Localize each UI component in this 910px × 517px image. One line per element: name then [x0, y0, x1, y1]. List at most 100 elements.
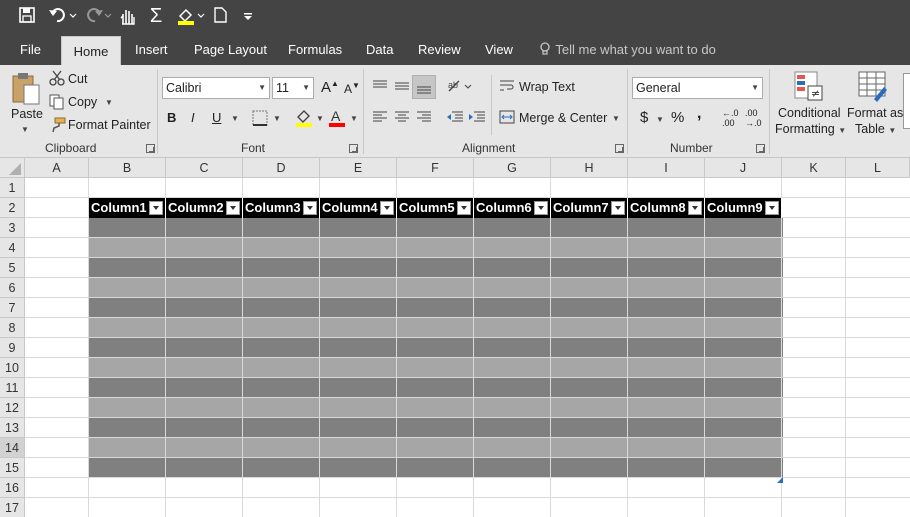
top-align-icon[interactable]: [372, 79, 388, 96]
table-row[interactable]: [89, 298, 783, 318]
row-header-15[interactable]: 15: [0, 458, 25, 478]
currency-dropdown-icon[interactable]: ▼: [656, 115, 664, 124]
borders-icon[interactable]: [252, 110, 268, 129]
row-header-14[interactable]: 14: [0, 438, 25, 458]
conditional-formatting-label[interactable]: Conditional: [778, 106, 841, 120]
font-color-dropdown-icon[interactable]: ▼: [350, 114, 358, 123]
conditional-formatting-label-2[interactable]: Formatting ▼: [775, 122, 846, 136]
table-resize-handle[interactable]: [777, 472, 783, 486]
table-row[interactable]: [89, 338, 783, 358]
clipboard-launcher-icon[interactable]: [146, 144, 155, 153]
table-header-cell[interactable]: Column6: [474, 198, 551, 218]
cut-button[interactable]: Cut: [68, 72, 87, 86]
filter-dropdown-icon[interactable]: [534, 201, 548, 215]
row-header-12[interactable]: 12: [0, 398, 25, 418]
tab-home[interactable]: Home: [61, 36, 121, 65]
middle-align-icon[interactable]: [394, 79, 410, 96]
table-header-cell[interactable]: Column2: [166, 198, 243, 218]
increase-font-size-icon[interactable]: A▲: [321, 79, 339, 96]
borders-dropdown-icon[interactable]: ▼: [273, 114, 281, 123]
wrap-text-button[interactable]: Wrap Text: [519, 80, 575, 94]
row-header-6[interactable]: 6: [0, 278, 25, 298]
paste-dropdown-icon[interactable]: ▼: [21, 125, 29, 134]
column-header-d[interactable]: D: [243, 158, 320, 178]
row-header-5[interactable]: 5: [0, 258, 25, 278]
save-icon[interactable]: [18, 6, 40, 28]
paste-button[interactable]: [10, 71, 42, 110]
table-header-cell[interactable]: Column1: [89, 198, 166, 218]
table-row[interactable]: [89, 458, 783, 478]
format-painter-icon[interactable]: [50, 117, 66, 136]
table-row[interactable]: [89, 438, 783, 458]
spreadsheet-grid[interactable]: Column1 Column2 Column3 Column4 Column5 Colum…: [0, 158, 910, 517]
underline-button[interactable]: U: [212, 110, 221, 125]
merge-dropdown-icon[interactable]: ▼: [612, 114, 620, 123]
merge-center-icon[interactable]: [499, 110, 515, 127]
table-header-cell[interactable]: Column4: [320, 198, 397, 218]
decrease-decimal-button[interactable]: .00 →.0: [745, 108, 762, 128]
cut-icon[interactable]: [49, 70, 65, 89]
wrap-text-icon[interactable]: [499, 79, 515, 96]
font-color-icon[interactable]: A: [327, 108, 347, 131]
column-header-e[interactable]: E: [320, 158, 397, 178]
table-row[interactable]: [89, 218, 783, 238]
column-header-a[interactable]: A: [25, 158, 89, 178]
row-header-4[interactable]: 4: [0, 238, 25, 258]
percent-button[interactable]: %: [671, 109, 684, 126]
table-row[interactable]: [89, 238, 783, 258]
redo-icon[interactable]: [84, 6, 112, 28]
align-right-icon[interactable]: [416, 110, 432, 127]
row-header-13[interactable]: 13: [0, 418, 25, 438]
select-all-button[interactable]: [0, 158, 25, 178]
bottom-align-icon[interactable]: [412, 75, 436, 99]
filter-dropdown-icon[interactable]: [688, 201, 702, 215]
tab-file[interactable]: File: [20, 34, 41, 65]
align-center-icon[interactable]: [394, 110, 410, 127]
new-file-icon[interactable]: [212, 6, 230, 28]
number-launcher-icon[interactable]: [756, 144, 765, 153]
table-header-cell[interactable]: Column8: [628, 198, 705, 218]
row-header-1[interactable]: 1: [0, 178, 25, 198]
table-row[interactable]: [89, 318, 783, 338]
customize-qat-icon[interactable]: [242, 6, 256, 28]
orientation-icon[interactable]: ab: [446, 77, 472, 98]
autosum-icon[interactable]: Σ: [146, 6, 166, 28]
table-header-cell[interactable]: Column7: [551, 198, 628, 218]
touch-mode-icon[interactable]: [118, 6, 140, 28]
filter-dropdown-icon[interactable]: [765, 201, 779, 215]
decrease-indent-icon[interactable]: [446, 110, 464, 127]
tab-formulas[interactable]: Formulas: [288, 34, 342, 65]
align-left-icon[interactable]: [372, 110, 388, 127]
column-header-k[interactable]: K: [782, 158, 846, 178]
format-as-table-label[interactable]: Format as: [847, 106, 903, 120]
row-header-3[interactable]: 3: [0, 218, 25, 238]
tab-insert[interactable]: Insert: [135, 34, 168, 65]
tab-page-layout[interactable]: Page Layout: [194, 34, 267, 65]
filter-dropdown-icon[interactable]: [303, 201, 317, 215]
row-header-17[interactable]: 17: [0, 498, 25, 517]
italic-button[interactable]: I: [191, 110, 195, 125]
copy-button[interactable]: Copy: [68, 95, 97, 109]
tab-view[interactable]: View: [485, 34, 513, 65]
filter-dropdown-icon[interactable]: [226, 201, 240, 215]
column-header-g[interactable]: G: [474, 158, 551, 178]
undo-icon[interactable]: [48, 6, 78, 28]
format-as-table-icon[interactable]: [858, 71, 888, 106]
font-name-select[interactable]: Calibri ▼: [162, 77, 270, 99]
tell-me-search[interactable]: Tell me what you want to do: [538, 34, 716, 65]
increase-decimal-button[interactable]: ←.0 .00: [722, 108, 739, 128]
paste-label[interactable]: Paste: [11, 107, 43, 121]
decrease-font-size-icon[interactable]: A▼: [344, 81, 360, 96]
comma-style-button[interactable]: ,: [697, 105, 701, 123]
copy-icon[interactable]: [49, 94, 65, 113]
table-row[interactable]: [89, 358, 783, 378]
filter-dropdown-icon[interactable]: [457, 201, 471, 215]
cell-styles-gallery[interactable]: [903, 73, 910, 129]
column-header-j[interactable]: J: [705, 158, 782, 178]
column-header-f[interactable]: F: [397, 158, 474, 178]
tab-data[interactable]: Data: [366, 34, 393, 65]
filter-dropdown-icon[interactable]: [149, 201, 163, 215]
row-header-7[interactable]: 7: [0, 298, 25, 318]
underline-dropdown-icon[interactable]: ▼: [231, 114, 239, 123]
column-header-b[interactable]: B: [89, 158, 166, 178]
